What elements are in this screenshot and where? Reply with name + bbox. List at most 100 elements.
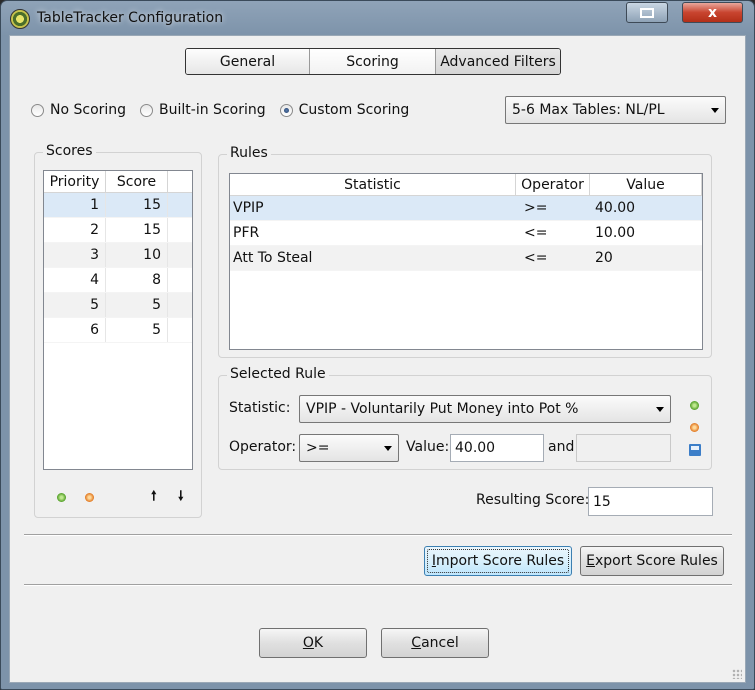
score-cell: 5 bbox=[106, 293, 168, 317]
button-mnemonic: C bbox=[411, 635, 422, 651]
value-cell: 10.00 bbox=[595, 225, 636, 241]
radio-indicator bbox=[140, 103, 154, 117]
table-row[interactable]: VPIP >= 40.00 bbox=[230, 196, 702, 221]
radio-custom-scoring[interactable]: Custom Scoring bbox=[279, 102, 410, 118]
column-header-score[interactable]: Score bbox=[106, 171, 168, 192]
add-rule-icon[interactable] bbox=[690, 401, 699, 410]
column-header-statistic[interactable]: Statistic bbox=[230, 174, 516, 195]
score-cell: 10 bbox=[106, 243, 168, 267]
priority-cell: 5 bbox=[44, 293, 106, 317]
operator-cell: <= bbox=[524, 250, 548, 266]
table-row[interactable]: 3 10 bbox=[44, 243, 192, 268]
statistic-select[interactable]: VPIP - Voluntarily Put Money into Pot % bbox=[299, 395, 671, 423]
statistic-cell: VPIP bbox=[233, 200, 264, 216]
radio-indicator bbox=[31, 103, 44, 117]
statistic-cell: Att To Steal bbox=[233, 250, 313, 266]
scores-header: Priority Score bbox=[44, 171, 192, 193]
table-row[interactable]: 5 5 bbox=[44, 293, 192, 318]
cancel-button[interactable]: Cancel bbox=[381, 628, 489, 658]
score-cell: 15 bbox=[106, 193, 168, 217]
statistic-cell: PFR bbox=[233, 225, 260, 241]
radio-label: Custom Scoring bbox=[298, 102, 410, 118]
statistic-label: Statistic: bbox=[229, 400, 291, 416]
priority-cell: 2 bbox=[44, 218, 106, 242]
table-row[interactable]: 4 8 bbox=[44, 268, 192, 293]
operator-select[interactable]: >= bbox=[299, 434, 399, 462]
import-score-rules-button[interactable]: Import Score Rules bbox=[424, 546, 572, 576]
table-row[interactable]: Att To Steal <= 20 bbox=[230, 246, 702, 271]
add-score-icon[interactable] bbox=[57, 493, 66, 502]
arrow-down-icon[interactable]: 🠗 bbox=[178, 487, 184, 509]
export-score-rules-button[interactable]: Export Score Rules bbox=[580, 546, 724, 576]
tab-general[interactable]: General bbox=[186, 49, 310, 74]
button-label: xport Score Rules bbox=[594, 553, 718, 569]
score-cell: 5 bbox=[106, 318, 168, 342]
button-mnemonic: O bbox=[302, 635, 314, 651]
table-row[interactable]: PFR <= 10.00 bbox=[230, 221, 702, 246]
rules-group-label: Rules bbox=[227, 145, 271, 161]
close-button[interactable]: x bbox=[682, 2, 743, 23]
tab-bar: General Scoring Advanced Filters bbox=[185, 48, 561, 75]
chevron-down-icon bbox=[384, 446, 392, 451]
value-label: Value: bbox=[406, 439, 450, 455]
radio-built-in-scoring[interactable]: Built-in Scoring bbox=[140, 102, 266, 118]
save-icon[interactable] bbox=[689, 444, 701, 456]
priority-cell: 6 bbox=[44, 318, 106, 342]
operator-label: Operator: bbox=[229, 439, 297, 455]
score-cell: 15 bbox=[106, 218, 168, 242]
radio-indicator-selected bbox=[279, 103, 293, 117]
restore-button[interactable] bbox=[626, 2, 668, 23]
operator-value: >= bbox=[306, 440, 330, 456]
radio-label: No Scoring bbox=[50, 102, 127, 118]
value-field[interactable]: 40.00 bbox=[450, 434, 544, 462]
arrow-up-icon[interactable]: 🠕 bbox=[151, 487, 157, 509]
separator bbox=[24, 584, 732, 586]
close-icon: x bbox=[707, 4, 718, 21]
tab-advanced-filters[interactable]: Advanced Filters bbox=[436, 49, 560, 74]
remove-score-icon[interactable] bbox=[85, 493, 94, 502]
ok-button[interactable]: OK bbox=[259, 628, 367, 658]
remove-rule-icon[interactable] bbox=[690, 423, 699, 432]
separator bbox=[24, 534, 732, 536]
value-cell: 40.00 bbox=[595, 200, 636, 216]
button-label: ancel bbox=[421, 635, 459, 651]
config-window: TableTracker Configuration x General Sco… bbox=[0, 0, 755, 690]
priority-cell: 4 bbox=[44, 268, 106, 292]
button-mnemonic: E bbox=[586, 553, 595, 569]
value-cell: 20 bbox=[595, 250, 613, 266]
rules-group: Rules Statistic Operator Value VPIP >= 4… bbox=[218, 145, 712, 358]
scoring-mode-group: No Scoring Built-in Scoring Custom Scori… bbox=[31, 102, 423, 118]
column-header-value[interactable]: Value bbox=[590, 174, 702, 195]
column-header-priority[interactable]: Priority bbox=[44, 171, 106, 192]
radio-no-scoring[interactable]: No Scoring bbox=[31, 102, 126, 118]
statistic-value: VPIP - Voluntarily Put Money into Pot % bbox=[306, 401, 579, 417]
tab-scoring[interactable]: Scoring bbox=[310, 49, 436, 74]
table-row[interactable]: 6 5 bbox=[44, 318, 192, 343]
title-bar[interactable]: TableTracker Configuration x bbox=[1, 1, 754, 37]
scores-group-label: Scores bbox=[43, 143, 96, 159]
app-icon bbox=[10, 9, 30, 29]
radio-label: Built-in Scoring bbox=[159, 102, 266, 118]
chevron-down-icon bbox=[656, 407, 664, 412]
and-label: and bbox=[548, 439, 575, 455]
and-value-field bbox=[576, 434, 671, 462]
selected-rule-group: Selected Rule Statistic: VPIP - Voluntar… bbox=[218, 366, 712, 470]
rules-list[interactable]: Statistic Operator Value VPIP >= 40.00 P… bbox=[229, 173, 703, 350]
restore-icon bbox=[640, 7, 654, 18]
operator-cell: <= bbox=[524, 225, 548, 241]
resize-grip-icon[interactable] bbox=[732, 669, 742, 679]
table-type-select[interactable]: 5-6 Max Tables: NL/PL bbox=[505, 96, 726, 124]
table-row[interactable]: 1 15 bbox=[44, 193, 192, 218]
score-cell: 8 bbox=[106, 268, 168, 292]
button-label: K bbox=[313, 635, 324, 651]
rules-header: Statistic Operator Value bbox=[230, 174, 702, 196]
scores-list[interactable]: Priority Score 1 15 2 15 3 10 4 8 5 5 6 … bbox=[43, 170, 193, 470]
button-label: mport Score Rules bbox=[435, 553, 565, 569]
column-header-operator[interactable]: Operator bbox=[516, 174, 590, 195]
priority-cell: 1 bbox=[44, 193, 106, 217]
priority-cell: 3 bbox=[44, 243, 106, 267]
resulting-score-label: Resulting Score: bbox=[476, 492, 590, 508]
table-row[interactable]: 2 15 bbox=[44, 218, 192, 243]
selected-rule-label: Selected Rule bbox=[227, 366, 329, 382]
resulting-score-field[interactable]: 15 bbox=[588, 487, 713, 516]
